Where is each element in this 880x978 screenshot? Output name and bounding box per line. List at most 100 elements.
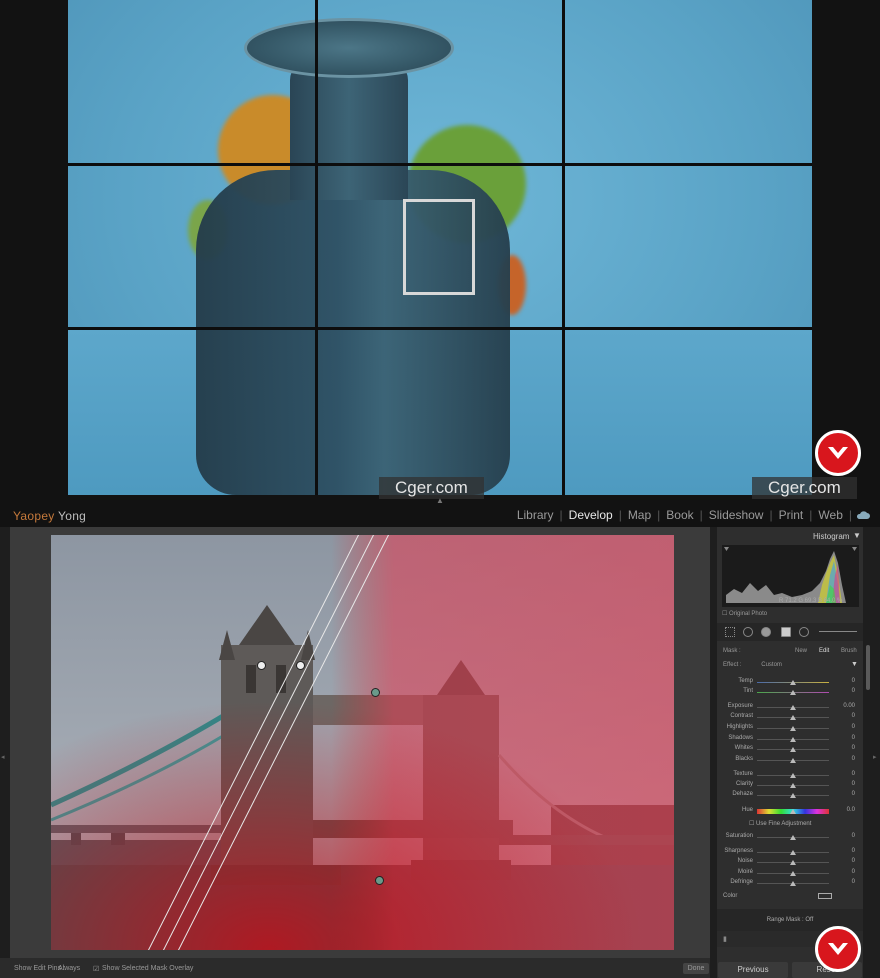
module-print[interactable]: Print (773, 508, 810, 522)
focus-point-box[interactable] (403, 199, 475, 295)
color-label: Color (723, 893, 738, 899)
slider-value[interactable]: 0 (835, 879, 855, 885)
slider-value[interactable]: 0.00 (835, 703, 855, 709)
slider-value[interactable]: 0 (835, 678, 855, 684)
develop-toolbar: Show Edit Pins : Always ☑ Show Selected … (0, 958, 710, 978)
slider-knob[interactable] (790, 690, 796, 695)
red-eye-icon[interactable] (761, 627, 771, 637)
bottle-neck (290, 60, 408, 200)
slider-hue[interactable]: Hue 0.0 (717, 807, 863, 817)
slider-dehaze[interactable]: Dehaze 0 (717, 791, 863, 801)
slider-knob[interactable] (790, 680, 796, 685)
slider-knob[interactable] (790, 871, 796, 876)
slider-knob[interactable] (790, 850, 796, 855)
fine-adjust-checkbox[interactable]: ☐ Use Fine Adjustment (749, 820, 811, 827)
module-library[interactable]: Library (511, 508, 560, 522)
slider-value[interactable]: 0 (835, 771, 855, 777)
effect-preset-select[interactable]: Custom (761, 662, 782, 668)
previous-button[interactable]: Previous (718, 962, 788, 978)
slider-whites[interactable]: Whites 0 (717, 745, 863, 755)
slider-knob[interactable] (790, 726, 796, 731)
slider-value[interactable]: 0 (835, 745, 855, 751)
slider-value[interactable]: 0 (835, 724, 855, 730)
edit-pin[interactable] (296, 661, 305, 670)
slider-shadows[interactable]: Shadows 0 (717, 735, 863, 745)
module-web[interactable]: Web (812, 508, 848, 522)
brush-slider[interactable] (819, 631, 857, 632)
crop-tool-icon[interactable] (725, 627, 735, 637)
slider-clarity[interactable]: Clarity 0 (717, 781, 863, 791)
slider-value[interactable]: 0 (835, 781, 855, 787)
mask-brush-button[interactable]: Brush (841, 648, 857, 654)
effect-collapse-icon[interactable]: ▼ (851, 661, 858, 668)
slider-knob[interactable] (790, 793, 796, 798)
edit-pin[interactable] (257, 661, 266, 670)
slider-contrast[interactable]: Contrast 0 (717, 713, 863, 723)
slider-knob[interactable] (790, 860, 796, 865)
slider-noise[interactable]: Noise 0 (717, 858, 863, 868)
mask-overlay-checkbox[interactable]: ☑ (93, 965, 99, 973)
slider-knob[interactable] (790, 715, 796, 720)
tower-bridge-photo[interactable] (51, 535, 674, 950)
slider-knob[interactable] (790, 809, 796, 814)
slider-value[interactable]: 0 (835, 688, 855, 694)
slider-value[interactable]: 0.0 (835, 807, 855, 813)
module-book[interactable]: Book (660, 508, 699, 522)
tool-strip (717, 623, 863, 641)
module-picker: Library | Develop | Map | Book | Slideshow | … (511, 508, 870, 522)
slider-value[interactable]: 0 (835, 833, 855, 839)
slider-knob[interactable] (790, 783, 796, 788)
slider-value[interactable]: 0 (835, 756, 855, 762)
done-button[interactable]: Done (683, 963, 709, 974)
slider-label: Hue (741, 807, 753, 813)
module-develop[interactable]: Develop (563, 508, 619, 522)
slider-label: Blacks (735, 756, 753, 762)
collapse-triangle-icon[interactable]: ▼ (853, 531, 861, 540)
radial-filter-icon[interactable] (799, 627, 809, 637)
spot-removal-icon[interactable] (743, 627, 753, 637)
graduated-filter-icon[interactable] (781, 627, 791, 637)
module-slideshow[interactable]: Slideshow (703, 508, 770, 522)
slider-value[interactable]: 0 (835, 858, 855, 864)
brand-second: Yong (58, 509, 87, 523)
slider-tint[interactable]: Tint 0 (717, 688, 863, 698)
slider-value[interactable]: 0 (835, 848, 855, 854)
slider-value[interactable]: 0 (835, 713, 855, 719)
mask-edit-button[interactable]: Edit (819, 648, 829, 654)
histogram-title[interactable]: Histogram (813, 532, 849, 541)
top-photo-area: Cger.com Cger.com ▲ (0, 0, 880, 505)
slider-saturation[interactable]: Saturation 0 (717, 833, 863, 843)
mask-new-button[interactable]: New (795, 648, 807, 654)
slider-blacks[interactable]: Blacks 0 (717, 756, 863, 766)
show-edit-pins-select[interactable]: Always (58, 965, 80, 972)
switch-icon[interactable]: ▮ (723, 935, 727, 943)
edit-pin[interactable] (375, 876, 384, 885)
slider-knob[interactable] (790, 881, 796, 886)
panel-scrollbar[interactable] (866, 645, 870, 690)
slider-knob[interactable] (790, 758, 796, 763)
slider-temp[interactable]: Temp 0 (717, 678, 863, 688)
left-panel-arrow-icon[interactable]: ◂ (1, 753, 5, 761)
color-swatch[interactable] (818, 893, 832, 899)
edit-pin[interactable] (371, 688, 380, 697)
slider-label: Texture (733, 771, 753, 777)
slider-value[interactable]: 0 (835, 735, 855, 741)
slider-knob[interactable] (790, 835, 796, 840)
right-panel-arrow-icon[interactable]: ▸ (873, 753, 877, 761)
slider-knob[interactable] (790, 747, 796, 752)
slider-moir[interactable]: Moiré 0 (717, 869, 863, 879)
module-map[interactable]: Map (622, 508, 657, 522)
slider-knob[interactable] (790, 737, 796, 742)
slider-defringe[interactable]: Defringe 0 (717, 879, 863, 889)
slider-sharpness[interactable]: Sharpness 0 (717, 848, 863, 858)
slider-knob[interactable] (790, 705, 796, 710)
slider-knob[interactable] (790, 773, 796, 778)
slider-value[interactable]: 0 (835, 791, 855, 797)
cloud-sync-icon[interactable] (856, 510, 870, 520)
original-photo-checkbox[interactable]: ☐ Original Photo (722, 610, 767, 617)
slider-highlights[interactable]: Highlights 0 (717, 724, 863, 734)
slider-texture[interactable]: Texture 0 (717, 771, 863, 781)
slider-value[interactable]: 0 (835, 869, 855, 875)
slider-exposure[interactable]: Exposure 0.00 (717, 703, 863, 713)
slider-label: Highlights (726, 724, 753, 730)
